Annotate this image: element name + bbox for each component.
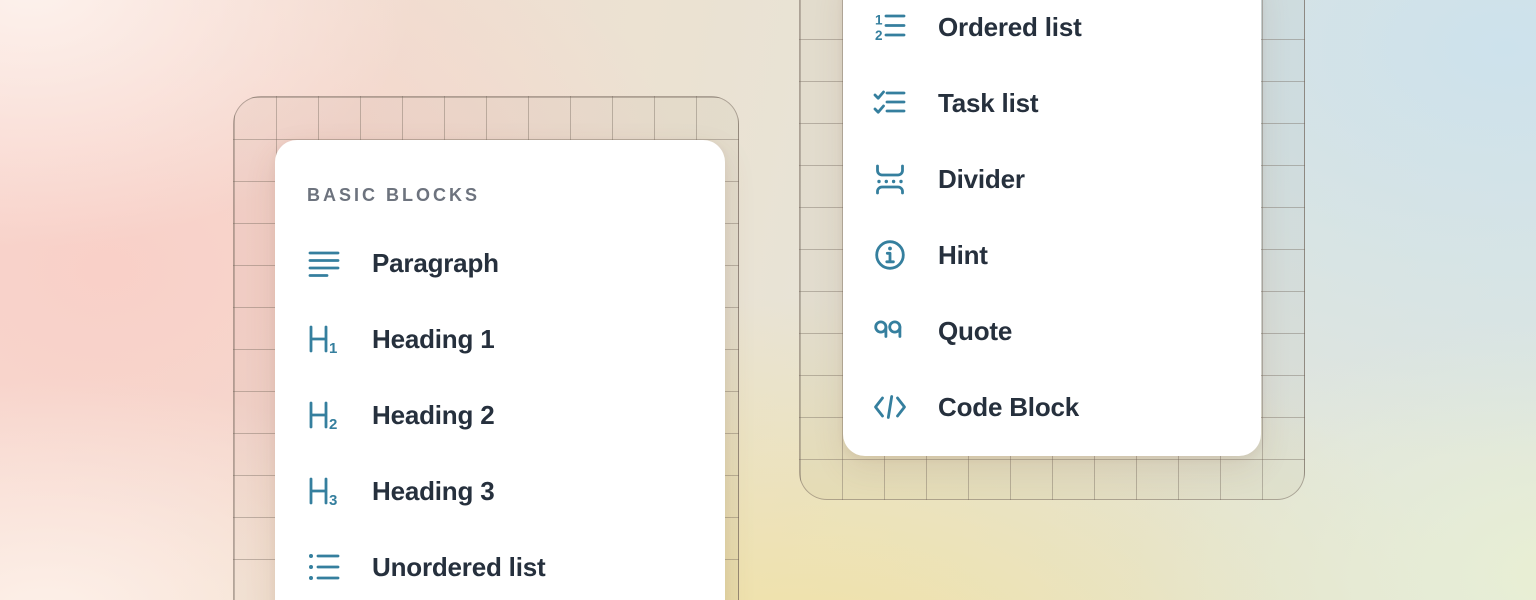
menu-item-task-list[interactable]: Task list: [873, 65, 1261, 141]
menu-item-heading-3[interactable]: 3 Heading 3: [307, 453, 725, 529]
menu-item-label: Task list: [938, 88, 1038, 119]
hint-icon: [873, 238, 907, 272]
hero-background: BASIC BLOCKS Paragraph 1 Heading 1: [0, 0, 1536, 600]
menu-item-code-block[interactable]: Code Block: [873, 369, 1261, 445]
basic-blocks-menu-card: BASIC BLOCKS Paragraph 1 Heading 1: [275, 140, 725, 600]
menu-item-label: Unordered list: [372, 552, 545, 583]
task-list-icon: [873, 86, 907, 120]
svg-text:1: 1: [875, 13, 883, 28]
menu-item-hint[interactable]: Hint: [873, 217, 1261, 293]
menu-item-label: Heading 3: [372, 476, 494, 507]
menu-item-label: Paragraph: [372, 248, 499, 279]
menu-item-ordered-list[interactable]: 1 2 Ordered list: [873, 0, 1261, 65]
section-label: BASIC BLOCKS: [307, 185, 725, 205]
menu-item-divider[interactable]: Divider: [873, 141, 1261, 217]
divider-icon: [873, 162, 907, 196]
svg-text:2: 2: [329, 416, 337, 432]
menu-item-heading-2[interactable]: 2 Heading 2: [307, 377, 725, 453]
menu-item-label: Ordered list: [938, 12, 1082, 43]
unordered-list-icon: [307, 550, 341, 584]
menu-item-label: Quote: [938, 316, 1012, 347]
menu-item-paragraph[interactable]: Paragraph: [307, 225, 725, 301]
menu-item-label: Hint: [938, 240, 988, 271]
ordered-list-icon: 1 2: [873, 10, 907, 44]
menu-item-label: Heading 1: [372, 324, 494, 355]
menu-item-heading-1[interactable]: 1 Heading 1: [307, 301, 725, 377]
quote-icon: [873, 314, 907, 348]
blocks-menu-card: 1 2 Ordered list Task list: [843, 0, 1261, 456]
heading-2-icon: 2: [307, 398, 341, 432]
svg-text:1: 1: [329, 340, 337, 356]
heading-1-icon: 1: [307, 322, 341, 356]
menu-item-label: Heading 2: [372, 400, 494, 431]
heading-3-icon: 3: [307, 474, 341, 508]
menu-item-label: Code Block: [938, 392, 1079, 423]
svg-text:3: 3: [329, 492, 337, 508]
paragraph-icon: [307, 246, 341, 280]
menu-item-quote[interactable]: Quote: [873, 293, 1261, 369]
code-block-icon: [873, 390, 907, 424]
svg-text:2: 2: [875, 28, 883, 43]
menu-item-label: Divider: [938, 164, 1025, 195]
menu-item-unordered-list[interactable]: Unordered list: [307, 529, 725, 600]
